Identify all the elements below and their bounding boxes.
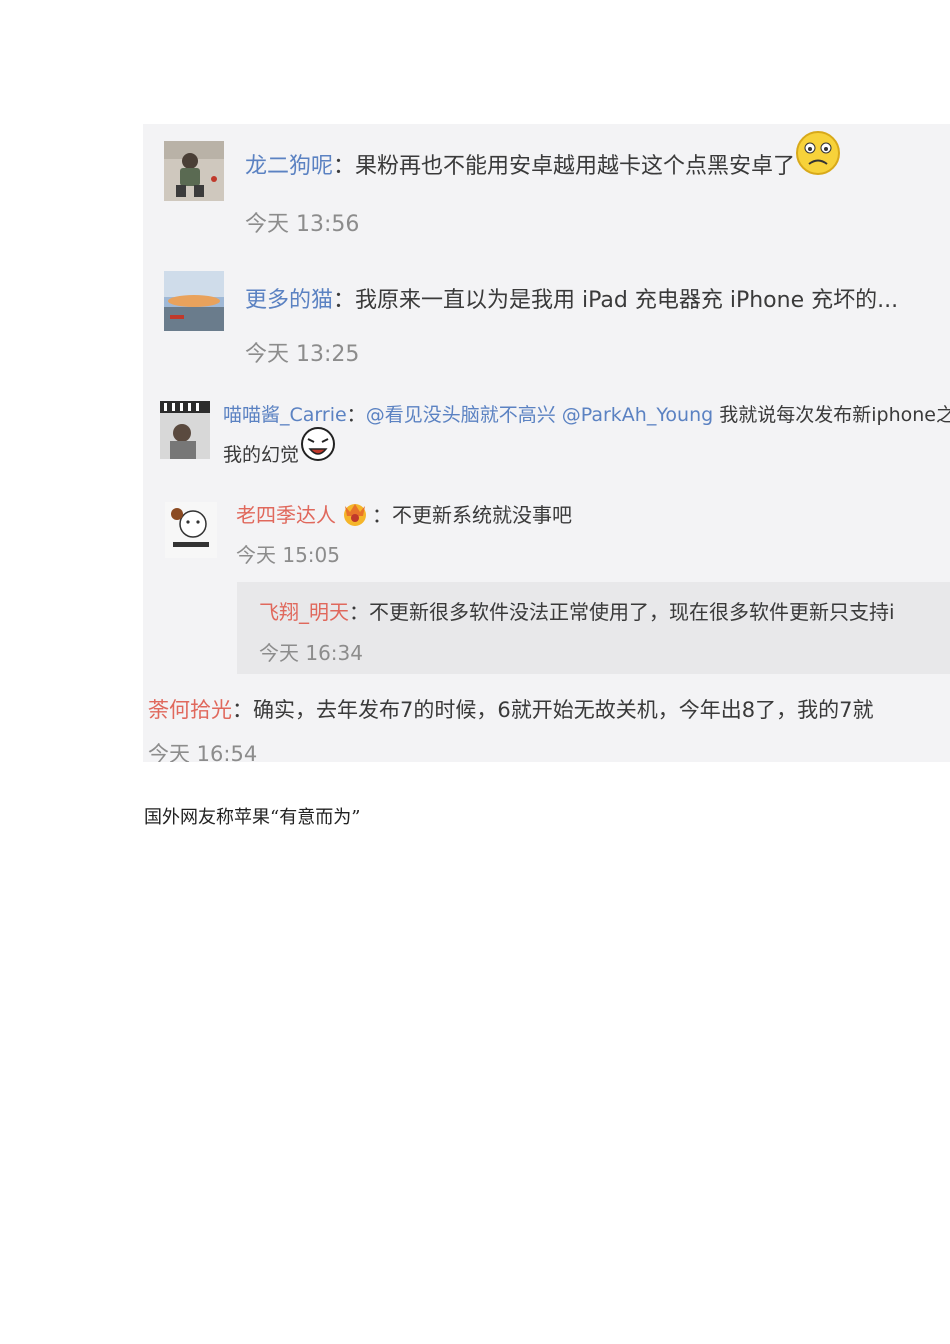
timestamp: 今天 13:56	[245, 212, 360, 237]
mention-link[interactable]: @看见没头脑就不高兴	[366, 404, 556, 426]
comment-text: 确实，去年发布7的时候，6就开始无故关机，今年出8了，我的7就	[253, 698, 874, 722]
timestamp: 今天 15:05	[236, 543, 340, 567]
avatar[interactable]	[165, 502, 217, 558]
comment-text: 不更新很多软件没法正常使用了，现在很多软件更新只支持i	[369, 600, 895, 624]
timestamp: 今天 16:54	[148, 742, 258, 762]
comment-2: 更多的猫：我原来一直以为是我用 iPad 充电器充 iPhone 充坏的...	[245, 282, 898, 314]
comment-6: 荼何拾光：确实，去年发布7的时候，6就开始无故关机，今年出8了，我的7就	[148, 694, 873, 724]
separator: ：	[349, 600, 369, 624]
username[interactable]: 老四季达人	[236, 503, 336, 527]
username[interactable]: 飞翔_明天	[259, 600, 349, 624]
comment-3-continued: 我的幻觉	[223, 427, 337, 469]
comment-text: 我原来一直以为是我用 iPad 充电器充 iPhone 充坏的...	[355, 288, 899, 313]
avatar[interactable]	[160, 401, 210, 459]
separator: ：	[232, 698, 253, 722]
timestamp: 今天 13:25	[245, 342, 360, 367]
figure-caption: 国外网友称苹果“有意而为”	[144, 807, 361, 828]
comment-text: 我的幻觉	[223, 444, 300, 466]
avatar[interactable]	[164, 271, 224, 331]
username[interactable]: 龙二狗呢	[245, 154, 333, 179]
reply-block: 飞翔_明天：不更新很多软件没法正常使用了，现在很多软件更新只支持i 今天 16:…	[237, 582, 950, 674]
laughing-face-emoji	[299, 424, 337, 469]
comment-4: 老四季达人 ：不更新系统就没事吧	[236, 499, 572, 533]
separator: ：	[333, 288, 356, 313]
timestamp: 今天 16:34	[259, 641, 363, 665]
username[interactable]: 荼何拾光	[148, 698, 232, 722]
comment-1: 龙二狗呢：果粉再也不能用安卓越用越卡这个点黑安卓了	[245, 131, 841, 182]
separator: ：	[346, 404, 366, 426]
comment-screenshot: 龙二狗呢：果粉再也不能用安卓越用越卡这个点黑安卓了 今天 13:56 更多的猫：…	[143, 124, 950, 762]
comment-5: 飞翔_明天：不更新很多软件没法正常使用了，现在很多软件更新只支持i	[259, 596, 895, 625]
username[interactable]: 喵喵酱_Carrie	[223, 404, 347, 426]
separator: ：	[372, 503, 392, 527]
comment-text: 我就说每次发布新iphone之	[719, 404, 950, 426]
separator: ：	[333, 154, 356, 179]
mention-link[interactable]: @ParkAh_Young	[562, 404, 713, 426]
sad-face-emoji	[795, 130, 841, 182]
comment-text: 果粉再也不能用安卓越用越卡这个点黑安卓了	[355, 154, 796, 179]
username[interactable]: 更多的猫	[245, 288, 333, 313]
comment-3: 喵喵酱_Carrie：@看见没头脑就不高兴 @ParkAh_Young 我就说每…	[223, 400, 950, 427]
comment-text: 不更新系统就没事吧	[392, 503, 572, 527]
vip-badge-emoji	[340, 500, 370, 533]
avatar[interactable]	[164, 141, 224, 201]
